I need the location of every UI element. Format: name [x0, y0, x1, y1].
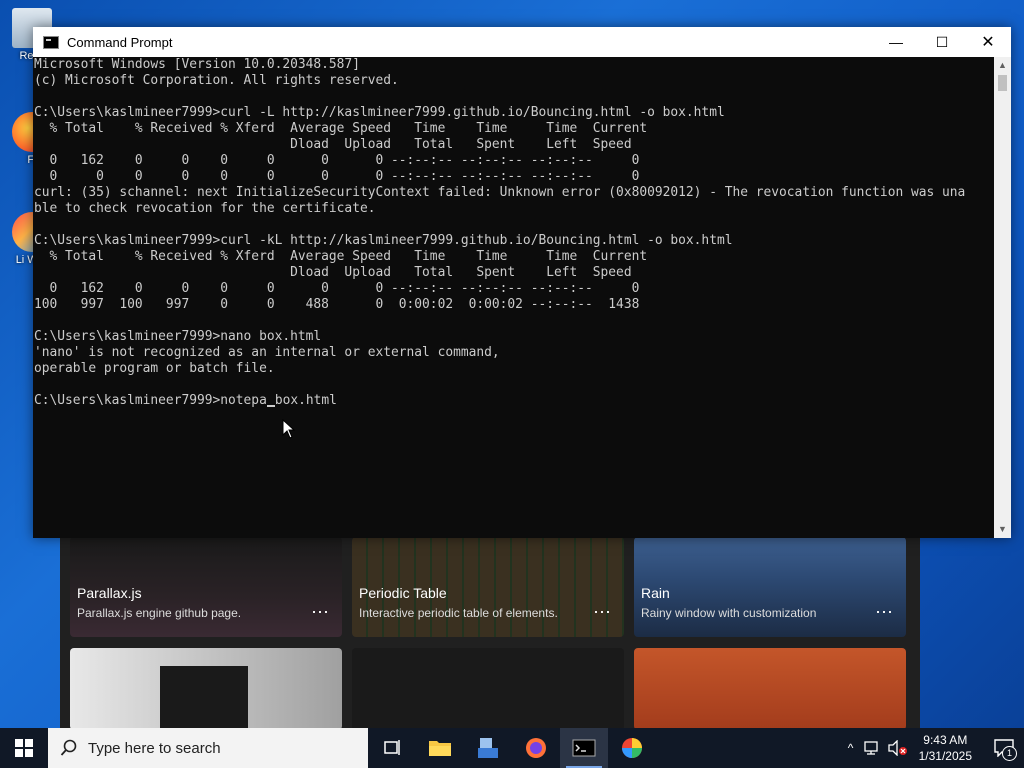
- text-caret: [266, 393, 275, 407]
- notification-center-button[interactable]: 1: [984, 728, 1024, 768]
- more-options-icon[interactable]: ⋯: [875, 602, 894, 623]
- terminal-line: Dload Upload Total Spent Left Speed: [34, 137, 632, 152]
- terminal-line: 0 162 0 0 0 0 0 0 --:--:-- --:--:-- --:-…: [34, 153, 640, 168]
- scroll-down-icon[interactable]: ▼: [994, 521, 1011, 538]
- gallery-card-rain[interactable]: Rain Rainy window with customization ⋯: [634, 537, 906, 637]
- folder-icon: [429, 741, 451, 756]
- taskbar-color-app[interactable]: [608, 728, 656, 768]
- scroll-up-icon[interactable]: ▲: [994, 57, 1011, 74]
- minimize-button[interactable]: —: [873, 27, 919, 57]
- search-placeholder: Type here to search: [88, 739, 221, 757]
- taskbar-file-explorer[interactable]: [416, 728, 464, 768]
- firefox-icon: [526, 738, 546, 758]
- card-title: Rain: [641, 585, 670, 601]
- taskbar: Type here to search ^ 9:43 AM 1/31/2025 …: [0, 728, 1024, 768]
- prompt-text-after-caret: box.html: [274, 393, 337, 408]
- terminal-line: C:\Users\kaslmineer7999>curl -kL http://…: [34, 233, 733, 248]
- more-options-icon[interactable]: ⋯: [311, 602, 330, 623]
- card-description: Rainy window with customization: [641, 606, 817, 620]
- gallery-card-fire[interactable]: [70, 648, 342, 730]
- task-view-icon: [384, 740, 400, 755]
- mouse-cursor-icon: [282, 419, 296, 439]
- terminal-line: Microsoft Windows [Version 10.0.20348.58…: [34, 57, 360, 72]
- terminal-input-line[interactable]: C:\Users\kaslmineer7999>notepa box.html: [34, 393, 994, 409]
- network-icon[interactable]: [863, 740, 883, 756]
- terminal-line: 100 997 100 997 0 0 488 0 0:00:02 0:00:0…: [34, 297, 640, 312]
- windows-logo-icon: [15, 739, 33, 757]
- gallery-card-parallax[interactable]: Parallax.js Parallax.js engine github pa…: [70, 537, 342, 637]
- terminal-line: Dload Upload Total Spent Left Speed: [34, 265, 632, 280]
- terminal-line: operable program or batch file.: [34, 361, 275, 376]
- terminal-line: (c) Microsoft Corporation. All rights re…: [34, 73, 399, 88]
- vertical-scrollbar[interactable]: ▲ ▼: [994, 57, 1011, 538]
- window-title: Command Prompt: [67, 34, 173, 50]
- scrollbar-thumb[interactable]: [998, 75, 1007, 91]
- close-button[interactable]: ✕: [965, 27, 1011, 57]
- terminal-line: ble to check revocation for the certific…: [34, 201, 376, 216]
- terminal-line: C:\Users\kaslmineer7999>nano box.html: [34, 329, 322, 344]
- title-bar[interactable]: Command Prompt — ☐ ✕: [33, 27, 1011, 57]
- search-box[interactable]: Type here to search: [48, 728, 368, 768]
- card-title: Parallax.js: [77, 585, 142, 601]
- notification-count-badge: 1: [1002, 746, 1017, 761]
- file-manager-icon: [478, 738, 498, 758]
- terminal-line: curl: (35) schannel: next InitializeSecu…: [34, 185, 966, 200]
- clock[interactable]: 9:43 AM 1/31/2025: [919, 732, 972, 764]
- maximize-button[interactable]: ☐: [919, 27, 965, 57]
- terminal-line: 0 162 0 0 0 0 0 0 --:--:-- --:--:-- --:-…: [34, 281, 640, 296]
- system-tray: ^ 9:43 AM 1/31/2025 1: [841, 728, 1024, 768]
- gallery-card-periodic-table[interactable]: Periodic Table Interactive periodic tabl…: [352, 537, 624, 637]
- volume-muted-icon[interactable]: [887, 740, 909, 756]
- task-view-button[interactable]: [368, 728, 416, 768]
- terminal-line: % Total % Received % Xferd Average Speed…: [34, 121, 648, 136]
- clock-date: 1/31/2025: [918, 749, 972, 763]
- card-description: Parallax.js engine github page.: [77, 606, 242, 620]
- gallery-card-triangles[interactable]: [634, 648, 906, 730]
- computer-case-thumbnail: [160, 666, 248, 730]
- terminal-line: 0 0 0 0 0 0 0 0 --:--:-- --:--:-- --:--:…: [34, 169, 640, 184]
- command-prompt-icon: [43, 35, 59, 49]
- prompt-text-before-caret: C:\Users\kaslmineer7999>notepa: [34, 393, 267, 408]
- command-prompt-icon: [572, 739, 596, 757]
- taskbar-firefox[interactable]: [512, 728, 560, 768]
- terminal-line: % Total % Received % Xferd Average Speed…: [34, 249, 648, 264]
- clock-time: 9:43 AM: [923, 733, 968, 747]
- terminal-output[interactable]: Microsoft Windows [Version 10.0.20348.58…: [34, 57, 994, 537]
- show-hidden-icons-chevron-icon[interactable]: ^: [841, 741, 861, 755]
- terminal-line: C:\Users\kaslmineer7999>curl -L http://k…: [34, 105, 725, 120]
- card-title: Periodic Table: [359, 585, 447, 601]
- taskbar-command-prompt[interactable]: [560, 728, 608, 768]
- gallery-card-blank[interactable]: [352, 648, 624, 730]
- terminal-line: 'nano' is not recognized as an internal …: [34, 345, 500, 360]
- taskbar-file-manager[interactable]: [464, 728, 512, 768]
- card-description: Interactive periodic table of elements.: [359, 606, 558, 620]
- search-icon: [60, 739, 77, 756]
- color-wheel-icon: [622, 738, 642, 758]
- start-button[interactable]: [0, 728, 48, 768]
- command-prompt-window[interactable]: Command Prompt — ☐ ✕ Microsoft Windows […: [33, 27, 1011, 538]
- more-options-icon[interactable]: ⋯: [593, 602, 612, 623]
